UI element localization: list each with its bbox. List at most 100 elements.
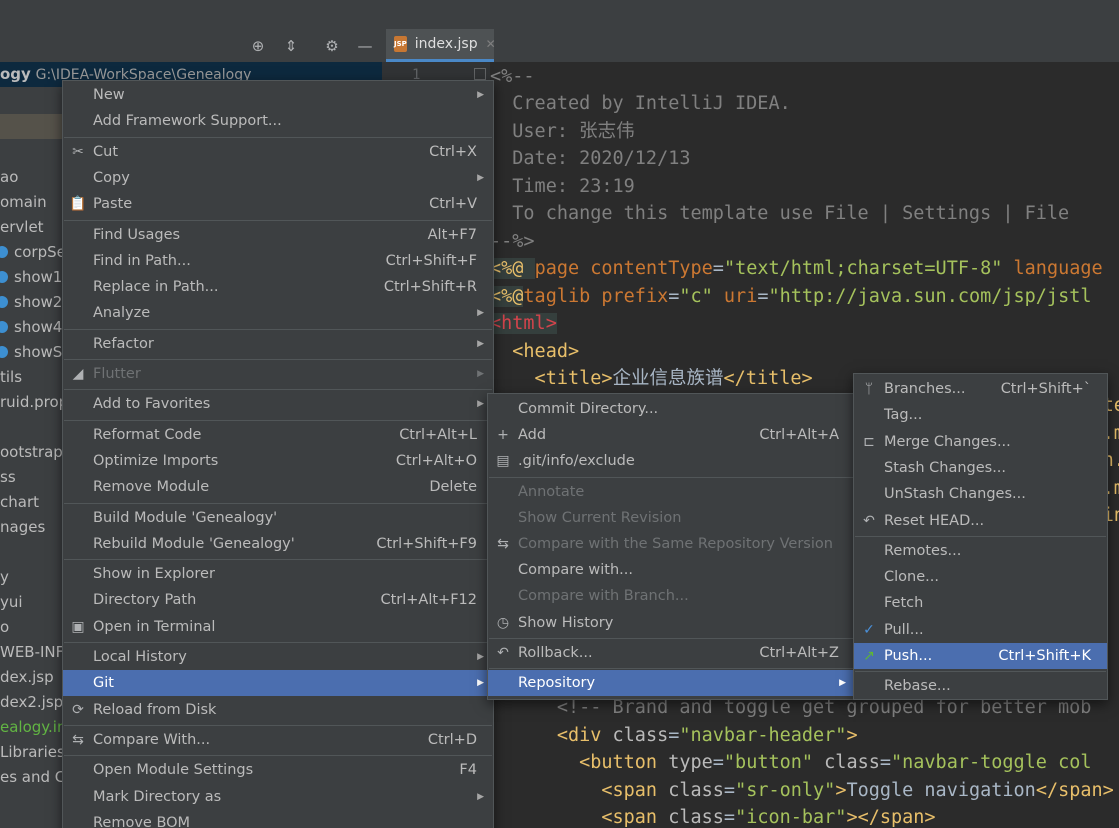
tree-item[interactable]: omain: [0, 190, 47, 215]
menu-item-reload-from-disk[interactable]: ⟳ Reload from Disk: [63, 697, 493, 723]
menu-item-label: Remotes...: [884, 542, 962, 559]
menu-item-cut[interactable]: ✂ Cut Ctrl+X: [63, 139, 493, 165]
project-toolbar: ⊕ ⇕ ⚙ —: [0, 29, 382, 63]
locate-icon[interactable]: ⊕: [248, 36, 268, 56]
menu-item-rollback[interactable]: ↶ Rollback... Ctrl+Alt+Z: [488, 640, 855, 666]
menu-item-label: Show Current Revision: [518, 509, 682, 526]
tree-item-label: y: [0, 568, 9, 586]
menu-item-commit-directory[interactable]: Commit Directory...: [488, 396, 855, 422]
menu-item-pull[interactable]: ✓ Pull...: [854, 617, 1107, 643]
menu-item-find-usages[interactable]: Find Usages Alt+F7: [63, 222, 493, 248]
menu-item-compare-with[interactable]: Compare with...: [488, 557, 855, 583]
menu-item-find-in-path[interactable]: Find in Path... Ctrl+Shift+F: [63, 248, 493, 274]
tree-item[interactable]: tils: [0, 365, 22, 390]
code-token: =: [668, 724, 680, 746]
menu-item-label: Branches...: [884, 381, 966, 397]
menu-item-rebase[interactable]: Rebase...: [854, 673, 1107, 699]
tree-item[interactable]: o: [0, 615, 9, 640]
menu-item-optimize-imports[interactable]: Optimize Imports Ctrl+Alt+O: [63, 448, 493, 474]
tree-item[interactable]: nages: [0, 515, 45, 540]
tree-item-label: o: [0, 618, 10, 636]
tree-item[interactable]: dex2.jsp: [0, 690, 63, 715]
code-line: Created by IntelliJ IDEA.: [490, 90, 791, 117]
tree-item[interactable]: showSe: [0, 340, 72, 365]
tree-item[interactable]: ervlet: [0, 215, 44, 240]
menu-item-unstash-changes[interactable]: UnStash Changes...: [854, 481, 1107, 507]
fold-marker[interactable]: [474, 68, 486, 80]
tab-index-jsp[interactable]: JSP index.jsp ✕: [386, 29, 496, 62]
tree-item[interactable]: yui: [0, 590, 23, 615]
tree-item[interactable]: WEB-INF: [0, 640, 64, 665]
collapse-icon[interactable]: ⇕: [281, 36, 301, 56]
menu-item-merge-changes[interactable]: ⊏ Merge Changes...: [854, 429, 1107, 455]
servlet-class-icon: [0, 296, 8, 308]
gear-icon[interactable]: ⚙: [322, 36, 342, 56]
menu-item-copy[interactable]: Copy ▶: [63, 165, 493, 191]
code-token: class: [813, 752, 880, 774]
code-token: prefix: [601, 285, 669, 307]
menu-item-flutter: ◢ Flutter ▶: [63, 361, 493, 387]
tree-item[interactable]: ss: [0, 465, 16, 490]
tree-item[interactable]: ao: [0, 165, 18, 190]
code-token: Created by IntelliJ IDEA.: [490, 93, 791, 115]
tree-item[interactable]: y: [0, 565, 9, 590]
menu-item-analyze[interactable]: Analyze ▶: [63, 300, 493, 326]
close-icon[interactable]: ✕: [486, 37, 496, 51]
minimize-icon[interactable]: —: [355, 36, 375, 56]
paste-icon: 📋: [69, 196, 87, 213]
menu-item-add-to-favorites[interactable]: Add to Favorites ▶: [63, 391, 493, 417]
menu-item-label: Git: [93, 675, 114, 692]
git-submenu: Commit Directory... + Add Ctrl+Alt+A ▤ .git/i…: [487, 393, 856, 700]
code-token: =: [712, 258, 724, 280]
code-token: "http://java.sun.com/jsp/jstl: [768, 285, 1092, 307]
menu-item-new[interactable]: New ▶: [63, 82, 493, 108]
menu-item-directory-path[interactable]: Directory Path Ctrl+Alt+F12: [63, 587, 493, 613]
tree-item[interactable]: Libraries: [0, 740, 65, 765]
rollback-icon: ↶: [497, 644, 509, 661]
menu-item-git-info-exclude[interactable]: ▤ .git/info/exclude: [488, 448, 855, 474]
menu-item-show-in-explorer[interactable]: Show in Explorer: [63, 561, 493, 587]
code-token: =: [723, 779, 736, 801]
menu-item-label: Rollback...: [518, 644, 593, 661]
menu-item-branches[interactable]: ᛘ Branches... Ctrl+Shift+`: [854, 376, 1107, 402]
menu-item-mark-directory-as[interactable]: Mark Directory as ▶: [63, 784, 493, 810]
menu-item-remove-module[interactable]: Remove Module Delete: [63, 474, 493, 500]
code-token: </title>: [723, 367, 813, 389]
menu-item-compare-with[interactable]: ⇆ Compare With... Ctrl+D: [63, 727, 493, 753]
menu-item-refactor[interactable]: Refactor ▶: [63, 331, 493, 357]
menu-item-stash-changes[interactable]: Stash Changes...: [854, 455, 1107, 481]
menu-item-local-history[interactable]: Local History ▶: [63, 644, 493, 670]
tree-item[interactable]: chart: [0, 490, 39, 515]
menu-item-git[interactable]: Git ▶: [63, 670, 493, 697]
menu-item-replace-in-path[interactable]: Replace in Path... Ctrl+Shift+R: [63, 274, 493, 300]
menu-item-fetch[interactable]: Fetch: [854, 590, 1107, 616]
menu-item-label: Compare with the Same Repository Version: [518, 536, 833, 552]
menu-item-reset-head[interactable]: ↶ Reset HEAD...: [854, 508, 1107, 534]
menu-item-remove-bom[interactable]: Remove BOM: [63, 810, 493, 828]
tree-item[interactable]: ruid.prop: [0, 390, 68, 415]
code-token: Date: 2020/12/13: [490, 148, 691, 170]
menu-item-push[interactable]: ↗ Push... Ctrl+Shift+K: [854, 643, 1107, 669]
menu-item-clone[interactable]: Clone...: [854, 564, 1107, 590]
code-line: Date: 2020/12/13: [490, 145, 690, 172]
code-token: "button": [723, 752, 814, 774]
menu-item-paste[interactable]: 📋 Paste Ctrl+V: [63, 191, 493, 217]
tree-item[interactable]: dex.jsp: [0, 665, 54, 690]
menu-item-open-module-settings[interactable]: Open Module Settings F4: [63, 757, 493, 783]
menu-item-label: Compare With...: [93, 731, 211, 748]
code-token: class: [668, 807, 724, 828]
tree-item[interactable]: ootstrap: [0, 440, 63, 465]
menu-item-show-history[interactable]: ◷ Show History: [488, 610, 855, 636]
menu-item-add-framework-support[interactable]: Add Framework Support...: [63, 108, 493, 134]
menu-item-build-module-genealogy[interactable]: Build Module 'Genealogy': [63, 505, 493, 531]
menu-item-remotes[interactable]: Remotes...: [854, 538, 1107, 564]
menu-separator: [855, 535, 1106, 537]
menu-item-rebuild-module-genealogy[interactable]: Rebuild Module 'Genealogy' Ctrl+Shift+F9: [63, 531, 493, 557]
menu-item-add[interactable]: + Add Ctrl+Alt+A: [488, 422, 855, 448]
menu-item-tag[interactable]: Tag...: [854, 402, 1107, 428]
tree-item[interactable]: corpSe: [0, 240, 66, 265]
menu-item-repository[interactable]: Repository ▶: [488, 670, 855, 696]
menu-item-reformat-code[interactable]: Reformat Code Ctrl+Alt+L: [63, 422, 493, 448]
menu-item-open-in-terminal[interactable]: ▣ Open in Terminal: [63, 614, 493, 640]
shortcut-label: Ctrl+Alt+A: [759, 427, 839, 444]
